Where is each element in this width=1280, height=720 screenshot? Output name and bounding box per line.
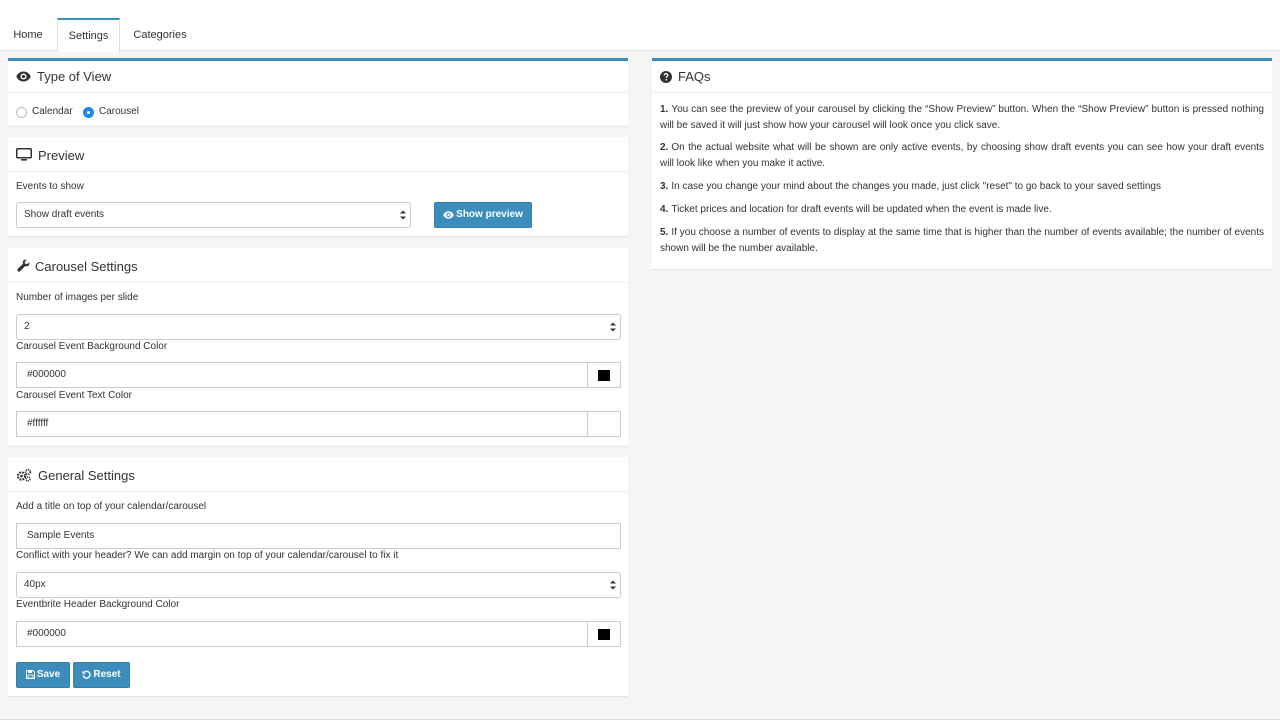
bg-color-value: #000000: [27, 369, 66, 380]
tab-categories-label: Categories: [133, 29, 187, 41]
text-color-value: #ffffff: [27, 418, 49, 429]
preview-title: Preview: [38, 148, 85, 163]
carousel-settings-header: Carousel Settings: [8, 248, 628, 283]
general-settings-title: General Settings: [38, 468, 135, 483]
faqs-header: FAQs: [652, 61, 1272, 93]
header-color-value: #000000: [27, 628, 66, 639]
select-arrows-icon: [609, 319, 617, 335]
question-circle-icon: [660, 71, 672, 86]
faq-number: 1.: [660, 104, 669, 115]
faq-text: On the actual website what will be shown…: [660, 142, 1264, 169]
header-color-input[interactable]: #000000: [16, 621, 588, 647]
faq-text: You can see the preview of your carousel…: [660, 104, 1264, 131]
tab-home-label: Home: [13, 29, 43, 41]
select-arrows-icon: [399, 207, 407, 223]
events-to-show-value: Show draft events: [24, 209, 105, 220]
faq-item: 3. In case you change your mind about the…: [660, 179, 1264, 195]
faq-item: 4. Ticket prices and location for draft e…: [660, 202, 1264, 218]
images-per-slide-value: 2: [24, 321, 30, 332]
tab-settings-label: Settings: [68, 30, 109, 42]
carousel-radio[interactable]: [83, 107, 94, 118]
faq-text: Ticket prices and location for draft eve…: [671, 204, 1052, 215]
type-of-view-header: Type of View: [8, 61, 628, 93]
type-of-view-title: Type of View: [37, 69, 112, 84]
faq-number: 2.: [660, 142, 669, 153]
preview-panel: Preview Events to show Show draft events…: [8, 137, 628, 236]
header-color-label: Eventbrite Header Background Color: [16, 599, 180, 610]
save-button[interactable]: Save: [16, 662, 70, 688]
bg-color-swatch: [598, 370, 610, 381]
monitor-icon: [16, 148, 32, 164]
reset-label: Reset: [93, 669, 121, 680]
tab-bar: Home Settings Categories: [0, 0, 1280, 52]
images-per-slide-select[interactable]: 2: [16, 314, 621, 340]
wrench-icon: [17, 259, 30, 275]
faq-item: 2. On the actual website what will be sho…: [660, 140, 1264, 172]
faqs-panel: FAQs 1. You can see the preview of your c…: [652, 58, 1272, 269]
type-of-view-panel: Type of View Calendar Carousel: [8, 58, 628, 126]
eye-icon: [443, 209, 456, 220]
images-per-slide-label: Number of images per slide: [16, 292, 139, 303]
show-preview-button[interactable]: Show preview: [434, 202, 532, 228]
text-color-swatch: [598, 419, 610, 430]
text-color-picker[interactable]: [588, 411, 621, 437]
calendar-radio[interactable]: [16, 107, 27, 118]
tab-settings[interactable]: Settings: [57, 18, 120, 52]
text-color-label: Carousel Event Text Color: [16, 390, 132, 401]
calendar-radio-label: Calendar: [32, 106, 73, 117]
events-to-show-select[interactable]: Show draft events: [16, 202, 411, 228]
general-settings-panel: General Settings Add a title on top of y…: [8, 457, 628, 696]
calendar-title-label: Add a title on top of your calendar/caro…: [16, 501, 207, 512]
faqs-title: FAQs: [678, 69, 711, 84]
faq-item: 1. You can see the preview of your carous…: [660, 102, 1264, 134]
tab-categories[interactable]: Categories: [121, 18, 199, 51]
bg-color-label: Carousel Event Background Color: [16, 341, 168, 352]
tab-home[interactable]: Home: [0, 18, 56, 51]
carousel-settings-panel: Carousel Settings Number of images per s…: [8, 248, 628, 446]
show-preview-label: Show preview: [456, 209, 523, 220]
faq-text: If you choose a number of events to disp…: [660, 227, 1264, 254]
bg-color-input[interactable]: #000000: [16, 362, 588, 388]
header-color-picker[interactable]: [588, 621, 621, 647]
text-color-input[interactable]: #ffffff: [16, 411, 588, 437]
reset-button[interactable]: Reset: [73, 662, 130, 688]
header-color-swatch: [598, 629, 610, 640]
header-margin-value: 40px: [24, 579, 46, 590]
floppy-icon: [25, 669, 37, 680]
calendar-title-value: Sample Events: [27, 530, 95, 541]
events-to-show-label: Events to show: [16, 181, 84, 192]
select-arrows-icon: [609, 577, 617, 593]
gears-icon: [16, 468, 32, 485]
header-margin-label: Conflict with your header? We can add ma…: [16, 550, 399, 561]
faq-number: 5.: [660, 227, 669, 238]
save-label: Save: [36, 669, 61, 680]
preview-header: Preview: [8, 137, 628, 172]
faq-number: 3.: [660, 181, 669, 192]
bg-color-picker[interactable]: [588, 362, 621, 388]
faq-item: 5. If you choose a number of events to di…: [660, 225, 1264, 257]
carousel-radio-label: Carousel: [99, 106, 140, 117]
calendar-title-input[interactable]: Sample Events: [16, 523, 621, 549]
faq-text: In case you change your mind about the c…: [671, 181, 1161, 192]
undo-icon: [82, 669, 93, 680]
general-settings-header: General Settings: [8, 457, 628, 492]
carousel-settings-title: Carousel Settings: [35, 259, 138, 274]
eye-icon: [16, 71, 31, 85]
header-margin-select[interactable]: 40px: [16, 572, 621, 598]
faq-number: 4.: [660, 204, 669, 215]
